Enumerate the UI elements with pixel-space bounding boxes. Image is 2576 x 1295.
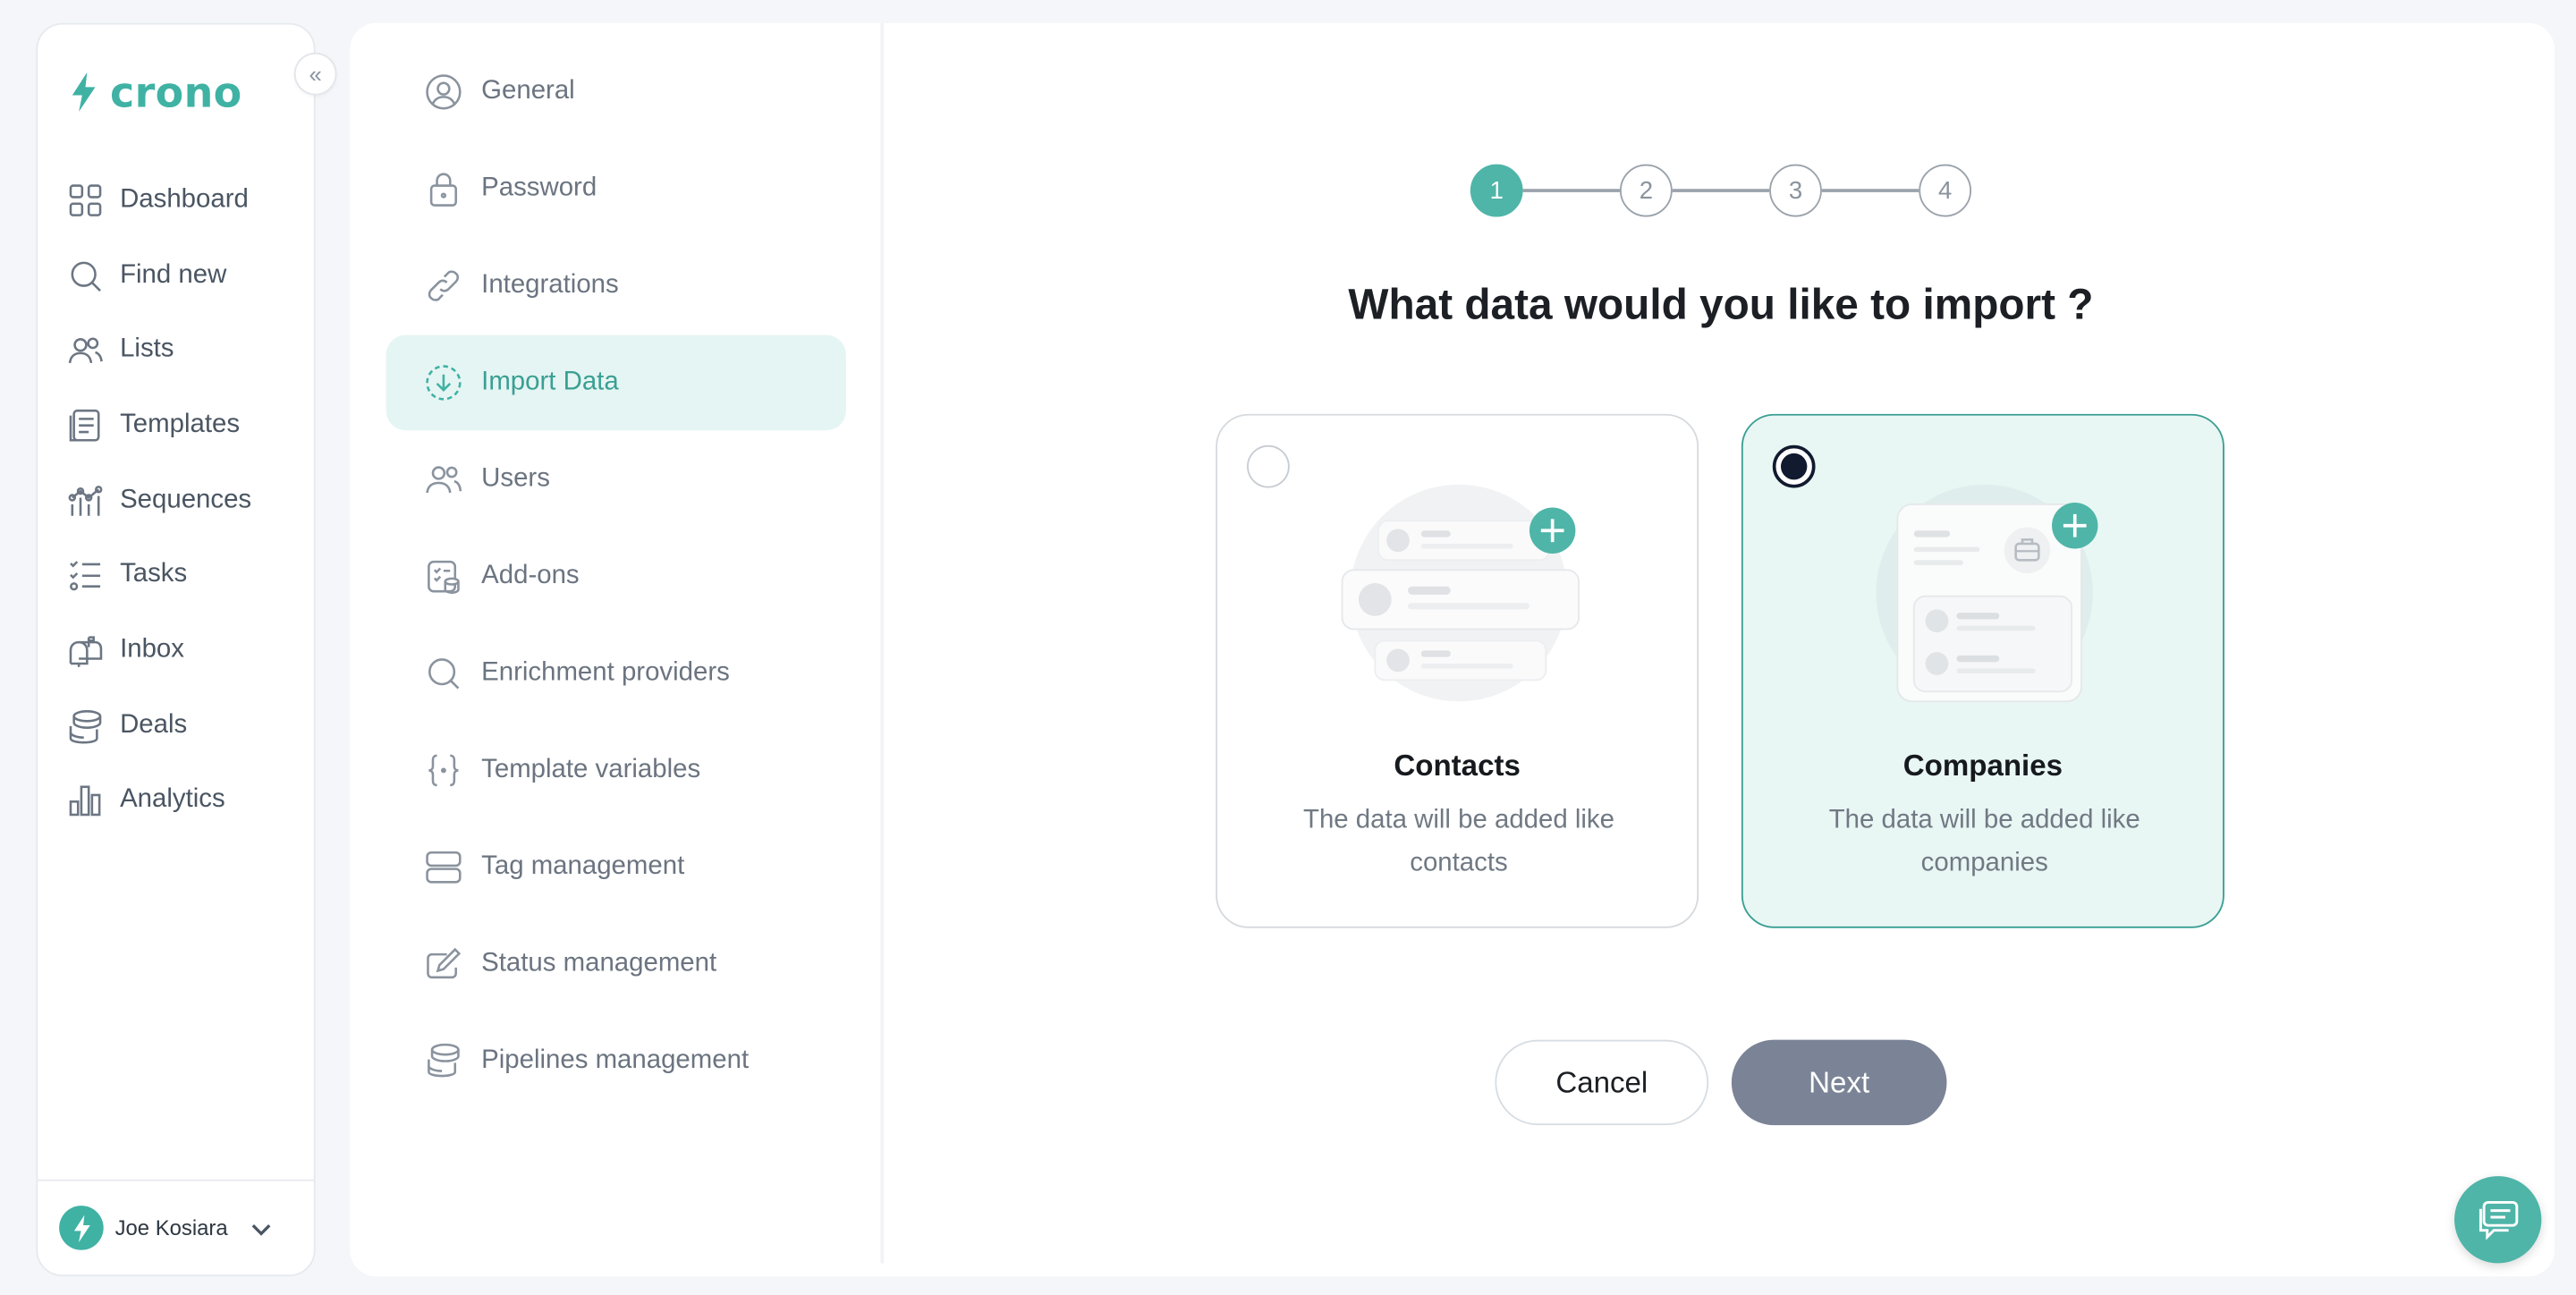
sequence-icon [68, 485, 103, 515]
settings-item-label: Pipelines management [481, 1045, 750, 1075]
companies-illustration-icon [1876, 484, 2098, 703]
option-title: Contacts [1394, 749, 1521, 783]
main-nav: Dashboard Find new Lists Templates Seque… [67, 163, 251, 838]
search-icon [428, 658, 460, 690]
option-card-companies[interactable]: Companies The data will be added like co… [1741, 413, 2224, 928]
settings-item-label: Add-ons [481, 562, 580, 590]
step-connector [1672, 189, 1770, 192]
nav-label: Tasks [120, 560, 188, 589]
logo-text: crono [110, 68, 242, 116]
coins-icon [69, 709, 102, 743]
nav-label: Dashboard [120, 185, 249, 214]
nav-label: Sequences [120, 485, 252, 514]
collapse-sidebar-button[interactable]: « [293, 52, 337, 96]
chat-support-button[interactable] [2454, 1176, 2542, 1264]
settings-item-label: Import Data [481, 368, 619, 396]
app-root: crono « Dashboard Find new Lists Templat… [0, 0, 2576, 1294]
option-card-contacts[interactable]: Contacts The data will be added like con… [1216, 413, 1699, 928]
settings-item-label: Status management [481, 949, 717, 978]
nav-label: Deals [120, 710, 188, 739]
download-circle-icon [426, 365, 462, 401]
page-title: What data would you like to import ? [1348, 279, 2094, 329]
double-chevron-left-icon: « [309, 60, 322, 88]
settings-item-users[interactable]: Users [386, 432, 846, 528]
nav-item-templates[interactable]: Templates [67, 388, 251, 463]
template-icon [69, 409, 100, 442]
settings-item-import-data[interactable]: Import Data [386, 334, 846, 431]
settings-item-label: Users [481, 464, 550, 494]
settings-item-integrations[interactable]: Integrations [386, 238, 846, 334]
bolt-avatar-icon [73, 1214, 89, 1242]
search-icon [71, 260, 101, 292]
settings-nav: General Password Integrations Import Dat… [350, 22, 885, 1264]
contacts-illustration-icon [1341, 484, 1580, 702]
pipeline-coins-icon [428, 1043, 460, 1078]
nav-item-deals[interactable]: Deals [67, 688, 251, 763]
settings-item-tag-management[interactable]: Tag management [386, 820, 846, 916]
option-description: The data will be added like companies [1828, 806, 2140, 877]
settings-item-label: Password [481, 174, 597, 202]
status-pen-icon [427, 947, 462, 979]
nav-item-tasks[interactable]: Tasks [67, 537, 251, 613]
settings-item-enrichment-providers[interactable]: Enrichment providers [386, 626, 846, 722]
step-4: 4 [1919, 164, 1972, 217]
addons-icon [428, 560, 460, 594]
companies-radio[interactable] [1772, 444, 1816, 488]
next-button[interactable]: Next [1731, 1039, 1947, 1126]
option-title: Companies [1902, 749, 2063, 783]
user-name: Joe Kosiara [114, 1215, 228, 1240]
step-1: 1 [1470, 164, 1523, 217]
import-stepper: 1 2 3 4 [1470, 164, 1972, 217]
lock-icon [429, 173, 457, 207]
cancel-button[interactable]: Cancel [1495, 1039, 1709, 1126]
nav-item-dashboard[interactable]: Dashboard [67, 163, 251, 238]
contacts-radio[interactable] [1247, 444, 1290, 488]
option-description: The data will be added like contacts [1302, 806, 1614, 877]
bolt-logo-icon [72, 72, 96, 112]
settings-item-label: Integrations [481, 271, 619, 300]
nav-item-inbox[interactable]: Inbox [67, 613, 251, 688]
settings-item-password[interactable]: Password [386, 141, 846, 237]
nav-item-sequences[interactable]: Sequences [67, 462, 251, 537]
nav-item-lists[interactable]: Lists [67, 313, 251, 388]
settings-item-label: Tag management [481, 852, 685, 881]
chat-icon [2479, 1200, 2518, 1240]
users-icon [426, 466, 462, 494]
settings-item-template-variables[interactable]: Template variables [386, 723, 846, 818]
settings-item-label: Enrichment providers [481, 658, 730, 687]
tag-stack-icon [426, 851, 462, 884]
nav-item-analytics[interactable]: Analytics [67, 763, 251, 838]
nav-label: Analytics [120, 785, 225, 814]
avatar [59, 1206, 104, 1250]
nav-label: Templates [120, 411, 241, 439]
tasks-icon [70, 561, 101, 591]
grid-icon [69, 183, 102, 216]
nav-item-find-new[interactable]: Find new [67, 238, 251, 313]
mailbox-icon [69, 636, 103, 667]
nav-label: Lists [120, 335, 174, 364]
settings-item-label: Template variables [481, 755, 701, 784]
step-connector [1522, 189, 1620, 192]
link-icon [428, 270, 460, 301]
users-icon [68, 337, 103, 364]
user-circle-icon [426, 74, 462, 110]
crono-logo[interactable]: crono [67, 71, 242, 114]
settings-item-add-ons[interactable]: Add-ons [386, 529, 846, 624]
main-sidebar: crono « Dashboard Find new Lists Templat… [36, 22, 337, 1277]
step-2: 2 [1619, 164, 1673, 217]
step-connector [1821, 189, 1919, 192]
user-menu[interactable]: Joe Kosiara [38, 1179, 314, 1275]
bar-chart-icon [69, 786, 101, 817]
braces-icon [428, 754, 459, 787]
settings-item-status-management[interactable]: Status management [386, 917, 846, 1012]
chevron-down-icon [251, 1223, 270, 1235]
settings-item-pipelines-management[interactable]: Pipelines management [386, 1013, 846, 1109]
settings-item-label: General [481, 77, 575, 106]
nav-label: Find new [120, 260, 227, 289]
step-3: 3 [1769, 164, 1822, 217]
settings-item-general[interactable]: General [386, 45, 846, 140]
nav-label: Inbox [120, 635, 184, 664]
